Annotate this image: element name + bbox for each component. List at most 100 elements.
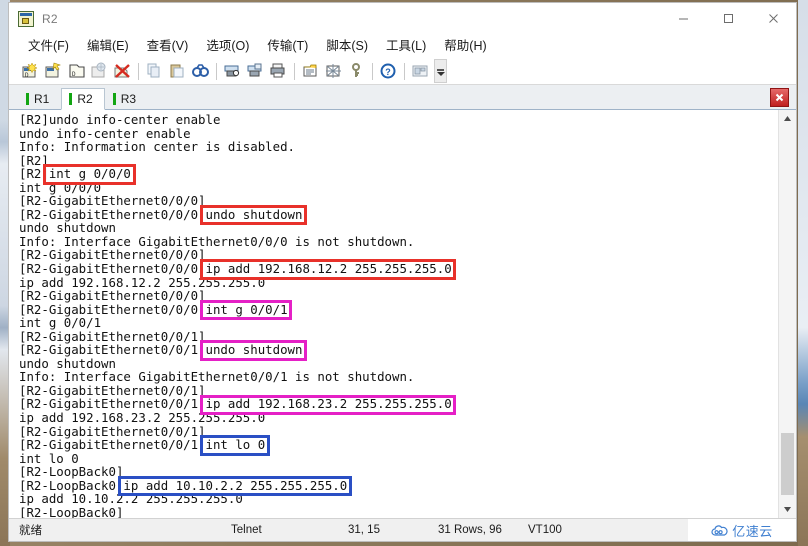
terminal-line: [R2-GigabitEthernet0/0/0] [19,193,206,209]
terminal-line: [R2-LoopBack0] [19,464,124,480]
help-icon[interactable]: ? [377,60,400,82]
terminal-line: [R2-GigabitEthernet0/0/1] [19,423,206,439]
toolbar-separator [216,62,217,80]
terminal-line: [R2-LoopBack0] [19,504,124,518]
background-window-right-edge [798,0,808,546]
status-emulation: VT100 [528,524,562,536]
menu-item-script[interactable]: 脚本(S) [317,36,377,56]
status-ready: 就绪 [19,525,42,537]
tab-status-indicator-icon [26,92,29,105]
vertical-scrollbar[interactable] [778,110,796,518]
cloud-logo-icon [711,524,728,537]
connect-sftp-icon[interactable] [42,60,65,82]
terminal-line: [R2-GigabitEthernet0/0/1]ip add 192.168.… [19,396,452,412]
terminal-line: [R2-GigabitEthernet0/0/0] [19,247,206,263]
scroll-down-button[interactable] [779,501,796,518]
tab-label: R3 [120,91,137,106]
window-title: R2 [42,11,58,26]
svg-text:?: ? [385,67,391,77]
copy-icon[interactable] [143,60,166,82]
menu-item-transfer[interactable]: 传输(T) [258,36,317,56]
minimize-button[interactable] [661,3,706,34]
tab-status-indicator-icon [69,93,73,105]
status-bar: 就绪 Telnet 31, 15 31 Rows, 96 VT100 亿速云 [9,518,796,541]
menu-item-help[interactable]: 帮助(H) [435,36,495,56]
tab-strip: R1 R2 R3 [9,85,796,110]
terminal-line: [R2-GigabitEthernet0/0/1]undo shutdown [19,342,303,358]
terminal-line: [R2-GigabitEthernet0/0/1] [19,328,206,344]
toolbar-separator [404,62,405,80]
terminal-app-icon [18,10,34,27]
terminal-line: Info: Information center is disabled. [19,139,296,155]
toolbar: D D ? [9,58,796,85]
tab-status-indicator-icon [112,92,116,105]
tab-r3[interactable]: R3 [105,88,148,109]
paste-icon[interactable] [166,60,189,82]
terminal-line: [R2]int g 0/0/0 [19,166,131,182]
svg-text:D: D [25,72,29,79]
status-rows-cols: 31 Rows, 96 [438,524,502,536]
terminal-line: undo shutdown [19,355,116,371]
terminal-line: ip add 10.10.2.2 255.255.255.0 [19,491,243,507]
scrollbar-track[interactable] [779,127,796,501]
terminal-line: ip add 192.168.12.2 255.255.255.0 [19,274,266,290]
title-bar: R2 [9,3,796,34]
securecrt-window: R2 文件(F) 编辑(E) 查看(V) 选项(O) 传输(T) 脚本(S) 工… [8,2,797,542]
terminal-line: [R2-GigabitEthernet0/0/0]int g 0/0/1 [19,301,288,317]
new-session-icon[interactable]: D [19,60,42,82]
clone-session-icon[interactable] [88,60,111,82]
terminal-line: [R2-GigabitEthernet0/0/0] [19,288,206,304]
tab-label: R1 [34,91,50,106]
terminal-area: [R2]undo info-center enable undo info-cen… [9,110,796,518]
terminal-line: undo shutdown [19,220,116,236]
toolbar-overflow-icon[interactable] [434,59,447,83]
close-tab-button[interactable] [770,88,789,107]
toolbar-separator [372,62,373,80]
menu-bar: 文件(F) 编辑(E) 查看(V) 选项(O) 传输(T) 脚本(S) 工具(L… [9,34,796,58]
terminal-lines: [R2]undo info-center enable undo info-cen… [19,113,778,518]
scroll-up-button[interactable] [779,110,796,127]
status-cursor-pos: 31, 15 [348,524,380,536]
watermark-text: 亿速云 [732,524,773,540]
terminal-line: undo info-center enable [19,125,191,141]
toggle-chat-icon[interactable] [322,60,345,82]
scrollbar-thumb[interactable] [781,433,794,495]
new-tab-icon[interactable]: D [65,60,88,82]
terminal-line: Info: Interface GigabitEthernet0/0/0 is … [19,233,415,249]
watermark: 亿速云 [688,519,796,541]
terminal-line: [R2-LoopBack0]ip add 10.10.2.2 255.255.2… [19,477,348,493]
terminal-line: [R2] [19,152,49,168]
menu-item-options[interactable]: 选项(O) [197,36,258,56]
menu-item-tools[interactable]: 工具(L) [377,36,435,56]
tab-r2[interactable]: R2 [61,88,105,110]
tile-windows-icon[interactable] [409,60,432,82]
maximize-button[interactable] [706,3,751,34]
print-preview-icon[interactable] [244,60,267,82]
status-protocol: Telnet [231,524,262,536]
terminal-output[interactable]: [R2]undo info-center enable undo info-cen… [9,110,778,518]
terminal-line: [R2-GigabitEthernet0/0/0]ip add 192.168.… [19,261,452,277]
session-options-icon[interactable] [299,60,322,82]
tab-label: R2 [77,92,93,106]
terminal-line: [R2-GigabitEthernet0/0/1]int lo 0 [19,437,266,453]
menu-item-view[interactable]: 查看(V) [138,36,198,56]
toolbar-separator [294,62,295,80]
window-controls [661,3,796,34]
menu-item-file[interactable]: 文件(F) [19,36,78,56]
svg-text:D: D [72,71,76,78]
menu-item-edit[interactable]: 编辑(E) [78,36,138,56]
terminal-line: ip add 192.168.23.2 255.255.255.0 [19,410,266,426]
log-session-icon[interactable] [221,60,244,82]
terminal-line: [R2-GigabitEthernet0/0/0]undo shutdown [19,206,303,222]
key-icon[interactable] [345,60,368,82]
terminal-line: int g 0/0/1 [19,315,102,331]
toolbar-separator [138,62,139,80]
print-icon[interactable] [267,60,290,82]
disconnect-icon[interactable] [111,60,134,82]
close-button[interactable] [751,3,796,34]
terminal-line: Info: Interface GigabitEthernet0/0/1 is … [19,369,415,385]
terminal-line: int g 0/0/0 [19,179,102,195]
tab-r1[interactable]: R1 [19,88,61,109]
terminal-line: [R2-GigabitEthernet0/0/1] [19,382,206,398]
find-icon[interactable] [189,60,212,82]
